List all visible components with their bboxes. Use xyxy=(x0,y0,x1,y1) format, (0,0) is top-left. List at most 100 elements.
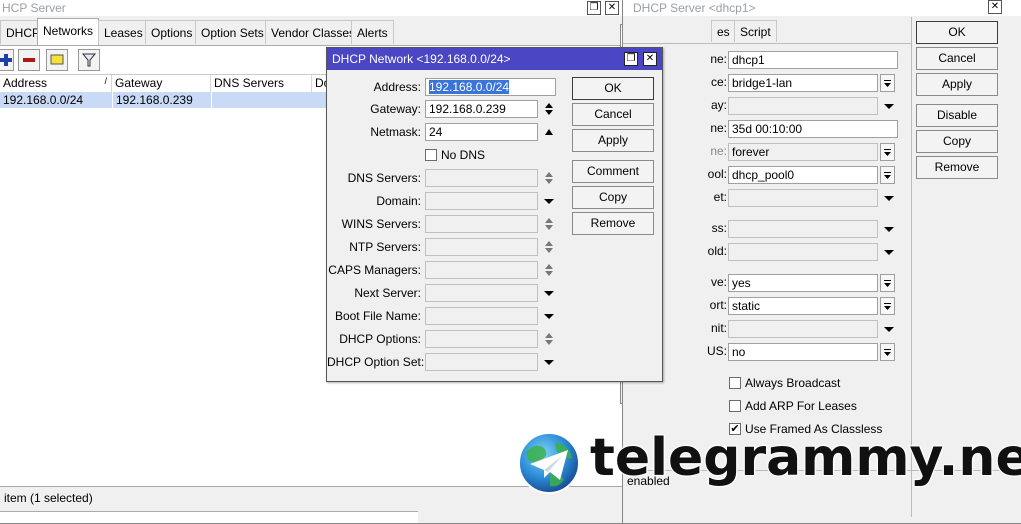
dropdown-arrow-icon[interactable] xyxy=(883,244,895,260)
boot-file-name-field[interactable] xyxy=(425,307,538,325)
address-pool-select[interactable]: dhcp_pool0 xyxy=(728,166,878,184)
always-broadcast-checkbox[interactable] xyxy=(729,377,741,389)
disable-button[interactable]: Disable xyxy=(916,104,998,127)
dhcp-options-field[interactable] xyxy=(425,330,538,348)
comment-button[interactable]: Comment xyxy=(572,160,654,183)
dropdown-arrow-icon[interactable] xyxy=(883,321,895,337)
apply-button[interactable]: Apply xyxy=(572,129,654,152)
netmask-field[interactable]: 24 xyxy=(425,123,538,141)
tab-options[interactable]: Options xyxy=(145,20,199,44)
dropdown-arrow-icon[interactable] xyxy=(883,221,895,237)
label-dhcp-options: DHCP Options: xyxy=(339,332,421,346)
updown-arrow-icon[interactable] xyxy=(543,331,555,347)
updown-arrow-icon[interactable] xyxy=(543,262,555,278)
pool-dropdown-button[interactable] xyxy=(880,166,895,184)
dropdown-arrow-icon[interactable] xyxy=(543,308,555,324)
no-dns-label: No DNS xyxy=(441,148,486,162)
column-header-dns-servers[interactable]: DNS Servers xyxy=(211,75,312,92)
dialog-titlebar[interactable]: DHCP Server <dhcp1> xyxy=(623,0,1021,16)
interface-select[interactable]: bridge1-lan xyxy=(728,74,878,92)
lease-time-field[interactable]: 35d 00:10:00 xyxy=(728,120,898,138)
threshold-field[interactable] xyxy=(728,243,878,261)
dropdown-arrow-icon[interactable] xyxy=(883,190,895,206)
up-arrow-icon[interactable] xyxy=(543,124,555,140)
src-address-field[interactable] xyxy=(728,189,878,207)
dhcp-option-set-field[interactable] xyxy=(425,353,538,371)
tab-option-sets[interactable]: Option Sets xyxy=(195,20,270,44)
authoritative-select[interactable]: yes xyxy=(728,274,878,292)
row-address: 192.168.0.0/24 xyxy=(3,93,84,107)
dropdown-arrow-icon xyxy=(884,172,891,179)
close-button[interactable]: ✕ xyxy=(643,52,657,66)
updown-arrow-icon[interactable] xyxy=(543,239,555,255)
close-button[interactable]: ✕ xyxy=(988,0,1002,14)
column-header-address[interactable]: Address / xyxy=(0,75,112,92)
updown-arrow-icon[interactable] xyxy=(543,101,555,117)
address-field[interactable]: 192.168.0.0/24 xyxy=(425,78,556,96)
note-icon xyxy=(50,54,64,65)
tab-script[interactable]: Script xyxy=(734,20,777,42)
no-dns-checkbox[interactable] xyxy=(425,149,437,161)
restore-button[interactable]: ❐ xyxy=(587,1,601,15)
tab-networks[interactable]: Networks xyxy=(37,18,100,45)
label-bootp-support: ort: xyxy=(709,298,727,312)
tab-leases[interactable]: Leases xyxy=(98,20,149,44)
delay-field[interactable] xyxy=(728,220,878,238)
dropdown-arrow-icon xyxy=(884,280,891,287)
authoritative-dropdown-button[interactable] xyxy=(880,274,895,292)
close-button[interactable]: ✕ xyxy=(605,1,619,15)
label-delay: ss: xyxy=(711,221,727,235)
interface-dropdown-button[interactable] xyxy=(880,74,895,92)
filter-button[interactable] xyxy=(78,49,100,71)
cell-divider xyxy=(112,92,113,108)
updown-arrow-icon[interactable] xyxy=(543,170,555,186)
tab-alerts[interactable]: Alerts xyxy=(351,20,394,44)
comment-button[interactable] xyxy=(46,49,68,71)
remove-button[interactable]: Remove xyxy=(572,212,654,235)
cancel-button[interactable]: Cancel xyxy=(572,103,654,126)
dropdown-arrow-icon[interactable] xyxy=(883,98,895,114)
label-address: Address: xyxy=(373,80,421,94)
caps-managers-field[interactable] xyxy=(425,261,538,279)
cancel-button[interactable]: Cancel xyxy=(916,47,998,70)
network-dialog-titlebar[interactable]: DHCP Network <192.168.0.0/24> xyxy=(327,48,662,70)
telegram-globe-icon xyxy=(518,432,580,494)
dns-servers-field[interactable] xyxy=(425,169,538,187)
dropdown-arrow-icon[interactable] xyxy=(543,354,555,370)
domain-field[interactable] xyxy=(425,192,538,210)
next-server-field[interactable] xyxy=(425,284,538,302)
dropdown-arrow-icon[interactable] xyxy=(543,285,555,301)
copy-button[interactable]: Copy xyxy=(916,130,998,153)
radius-dropdown-button[interactable] xyxy=(880,343,895,361)
updown-arrow-icon[interactable] xyxy=(543,216,555,232)
remove-button[interactable]: Remove xyxy=(916,156,998,179)
wins-servers-field[interactable] xyxy=(425,215,538,233)
copy-button[interactable]: Copy xyxy=(572,186,654,209)
bootp-support-select[interactable]: static xyxy=(728,297,878,315)
ok-button[interactable]: OK xyxy=(572,77,654,100)
restore-button[interactable]: ❐ xyxy=(624,52,638,66)
relay-field[interactable] xyxy=(728,97,878,115)
dropdown-arrow-icon xyxy=(884,80,891,87)
remove-item-button[interactable] xyxy=(18,49,40,71)
bootp-lease-field[interactable]: forever xyxy=(728,143,878,161)
radius-select[interactable]: no xyxy=(728,343,878,361)
add-button[interactable] xyxy=(0,49,14,71)
tab-vendor-classes[interactable]: Vendor Classes xyxy=(265,20,362,44)
bootp-lease-dropdown-button[interactable] xyxy=(880,143,895,161)
gateway-field[interactable]: 192.168.0.239 xyxy=(425,100,538,118)
dropdown-arrow-icon[interactable] xyxy=(543,193,555,209)
window-titlebar[interactable]: HCP Server xyxy=(0,0,623,16)
column-header-gateway[interactable]: Gateway xyxy=(112,75,211,92)
tab-general[interactable]: es xyxy=(711,20,736,42)
label-bootp-lease-time: ne: xyxy=(710,144,727,158)
add-arp-checkbox[interactable] xyxy=(729,400,741,412)
apply-button[interactable]: Apply xyxy=(916,73,998,96)
lease-limit-field[interactable] xyxy=(728,320,878,338)
label-authoritative: ve: xyxy=(710,275,727,289)
watermark-text: telegrammy.net xyxy=(589,427,1021,489)
name-field[interactable]: dhcp1 xyxy=(728,51,898,69)
ntp-servers-field[interactable] xyxy=(425,238,538,256)
ok-button[interactable]: OK xyxy=(916,21,998,44)
bootp-support-dropdown-button[interactable] xyxy=(880,297,895,315)
